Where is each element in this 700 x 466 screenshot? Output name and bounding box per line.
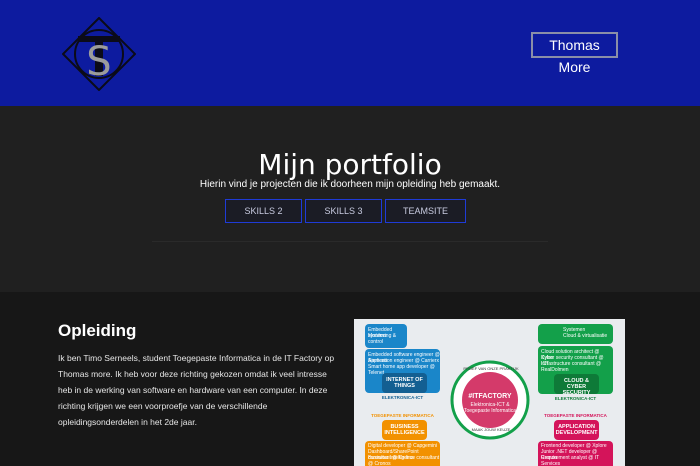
iot-strip: ELEKTRONICA-ICT: [381, 395, 424, 400]
app-strip: TOEGEPASTE INFORMATICA: [544, 413, 607, 418]
section-title: Opleiding: [58, 321, 137, 340]
bi-label: BUSINESS INTELLIGENCE: [384, 424, 425, 436]
iot-label: INTERNET OF THINGS: [386, 377, 423, 389]
cyber-item: Cloud & virtualisatie: [563, 333, 608, 339]
iot-skills-box: Embedded systems Monitoring & control: [365, 324, 407, 348]
section-text: Ik ben Timo Serneels, student Toegepaste…: [58, 353, 335, 427]
bi-label-box: BUSINESS INTELLIGENCE: [382, 420, 427, 440]
bi-jobs-box: Digital developer @ Capgemini Dashboard/…: [365, 441, 440, 466]
center-title: #ITFACTORY: [468, 393, 512, 400]
itfactory-poster: Embedded systems Monitoring & control Em…: [354, 319, 625, 466]
site-header: S Thomas More: [0, 0, 700, 106]
app-label-box: APPLICATION DEVELOPMENT: [554, 420, 599, 440]
ts-logo[interactable]: S: [61, 16, 137, 92]
opleiding-section: Opleiding Ik ben Timo Serneels, student …: [0, 292, 700, 466]
hero-button-group: SKILLS 2 SKILLS 3 TEAMSITE: [225, 199, 466, 223]
teamsite-button[interactable]: TEAMSITE: [385, 199, 466, 223]
bi-strip: TOEGEPASTE INFORMATICA: [371, 413, 434, 418]
app-job: Requirement analyst @ IT Services: [541, 455, 600, 466]
cyber-strip: ELEKTRONICA-ICT: [554, 396, 597, 401]
ring-text: PROEF VAN ONZE PRAKTIJK: [463, 366, 519, 371]
app-jobs-box: Frontend developer @ Xplore Junior .NET …: [538, 441, 613, 466]
bi-job: Business Intelligence consultant @ Crono…: [368, 455, 440, 466]
app-label: APPLICATION DEVELOPMENT: [555, 424, 598, 436]
ring-text: MAAK JOUW KEUZE: [471, 427, 511, 432]
cyber-label-box: CLOUD & CYBER SECURITY: [554, 374, 599, 396]
thomas-more-button[interactable]: Thomas More: [531, 32, 618, 75]
iot-label-box: INTERNET OF THINGS: [382, 373, 427, 393]
skills-2-button[interactable]: SKILLS 2: [225, 199, 302, 223]
logo-letter-s: S: [86, 39, 111, 85]
hero-divider: [152, 241, 548, 242]
hero-section: Mijn portfolio Hierin vind je projecten …: [0, 106, 700, 292]
page-subtitle: Hierin vind je projecten die ik doorheen…: [199, 179, 501, 190]
iot-item: Monitoring & control: [368, 333, 397, 345]
center-subtitle: Toegepaste Informatica: [464, 408, 516, 414]
cyber-label: CLOUD & CYBER SECURITY: [562, 378, 591, 396]
page-title: Mijn portfolio: [258, 148, 442, 181]
cyber-skills-box: Systemen Cloud & virtualisatie: [538, 324, 613, 344]
cyber-job: Infrastructure consultant @ RealDolmen: [541, 361, 602, 373]
skills-3-button[interactable]: SKILLS 3: [305, 199, 382, 223]
